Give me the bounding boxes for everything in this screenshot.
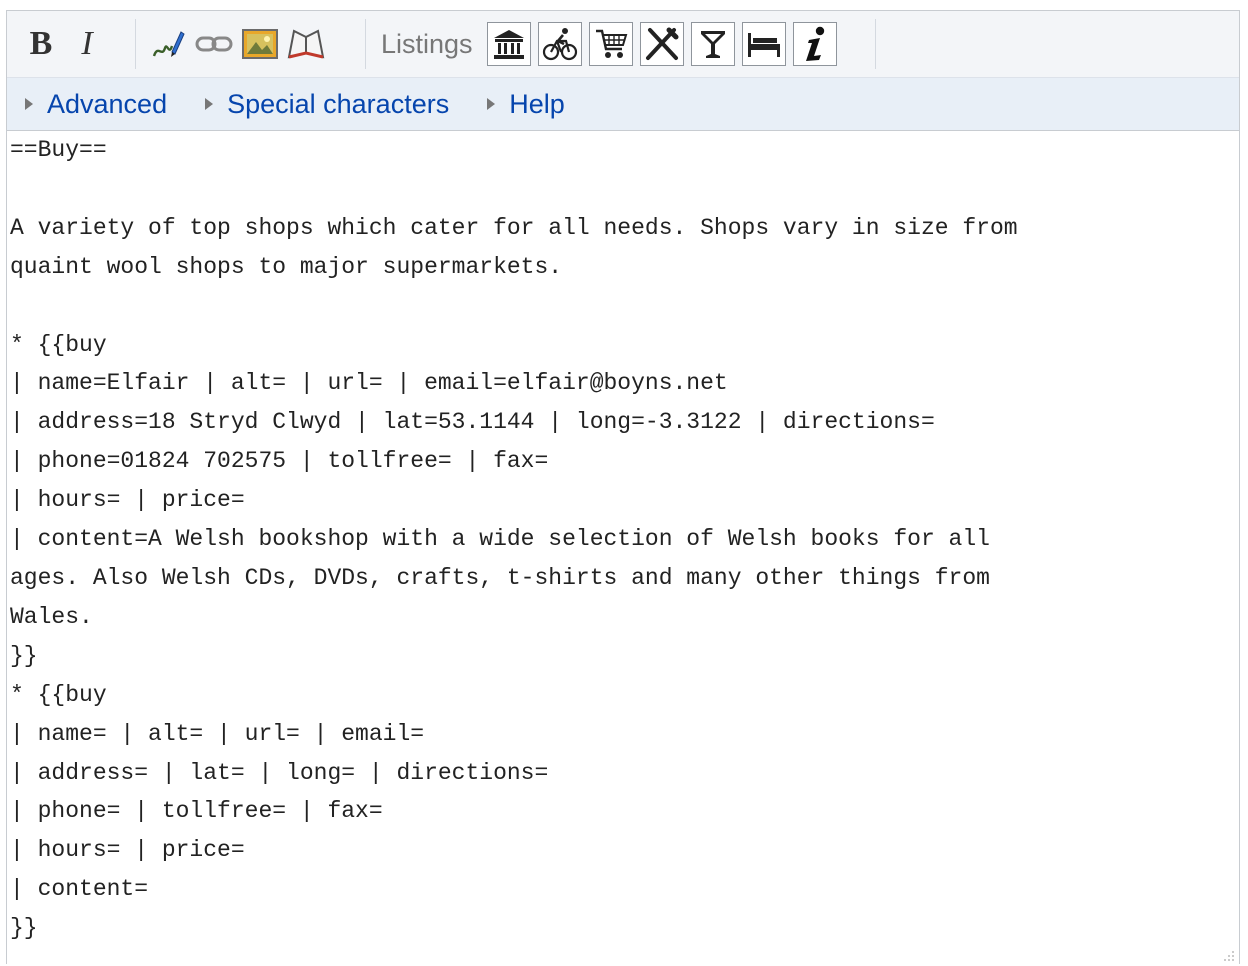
buy-icon[interactable] [588, 22, 633, 66]
sleep-icon[interactable] [741, 22, 786, 66]
see-icon[interactable] [486, 22, 531, 66]
wikitext-editor: B I Listings Advanced Special characters… [6, 10, 1240, 966]
help-link[interactable]: Help [509, 89, 565, 120]
drink-icon[interactable] [690, 22, 735, 66]
bold-button[interactable]: B [21, 24, 61, 64]
listings-group: Listings [381, 19, 844, 69]
italic-button[interactable]: I [67, 24, 107, 64]
expand-arrow-icon [25, 98, 33, 110]
insert-group [145, 19, 329, 69]
do-icon[interactable] [537, 22, 582, 66]
eat-icon[interactable] [639, 22, 684, 66]
signature-icon[interactable] [145, 24, 191, 64]
expand-arrow-icon [487, 98, 496, 110]
advanced-toggle[interactable]: Advanced [25, 89, 167, 120]
advanced-link[interactable]: Advanced [47, 89, 167, 120]
special-characters-toggle[interactable]: Special characters [205, 89, 449, 120]
reference-icon[interactable] [283, 24, 329, 64]
editor-toolbar: B I Listings [7, 11, 1239, 78]
expand-arrow-icon [205, 98, 214, 110]
help-toggle[interactable]: Help [487, 89, 565, 120]
image-icon[interactable] [237, 24, 283, 64]
special-characters-link[interactable]: Special characters [227, 89, 449, 120]
other-icon[interactable] [792, 22, 837, 66]
toolbar-separator [365, 19, 366, 69]
toolbar-separator [135, 19, 136, 69]
wikitext-textarea[interactable]: ==Buy== A variety of top shops which cat… [7, 131, 1239, 966]
resize-grip-icon[interactable] [1221, 948, 1235, 962]
wikitext-content[interactable]: ==Buy== A variety of top shops which cat… [10, 131, 1239, 948]
listings-label: Listings [381, 28, 473, 59]
link-icon[interactable] [191, 24, 237, 64]
format-group: B I [21, 19, 107, 69]
advanced-bar: Advanced Special characters Help [7, 78, 1239, 131]
toolbar-separator [875, 19, 876, 69]
